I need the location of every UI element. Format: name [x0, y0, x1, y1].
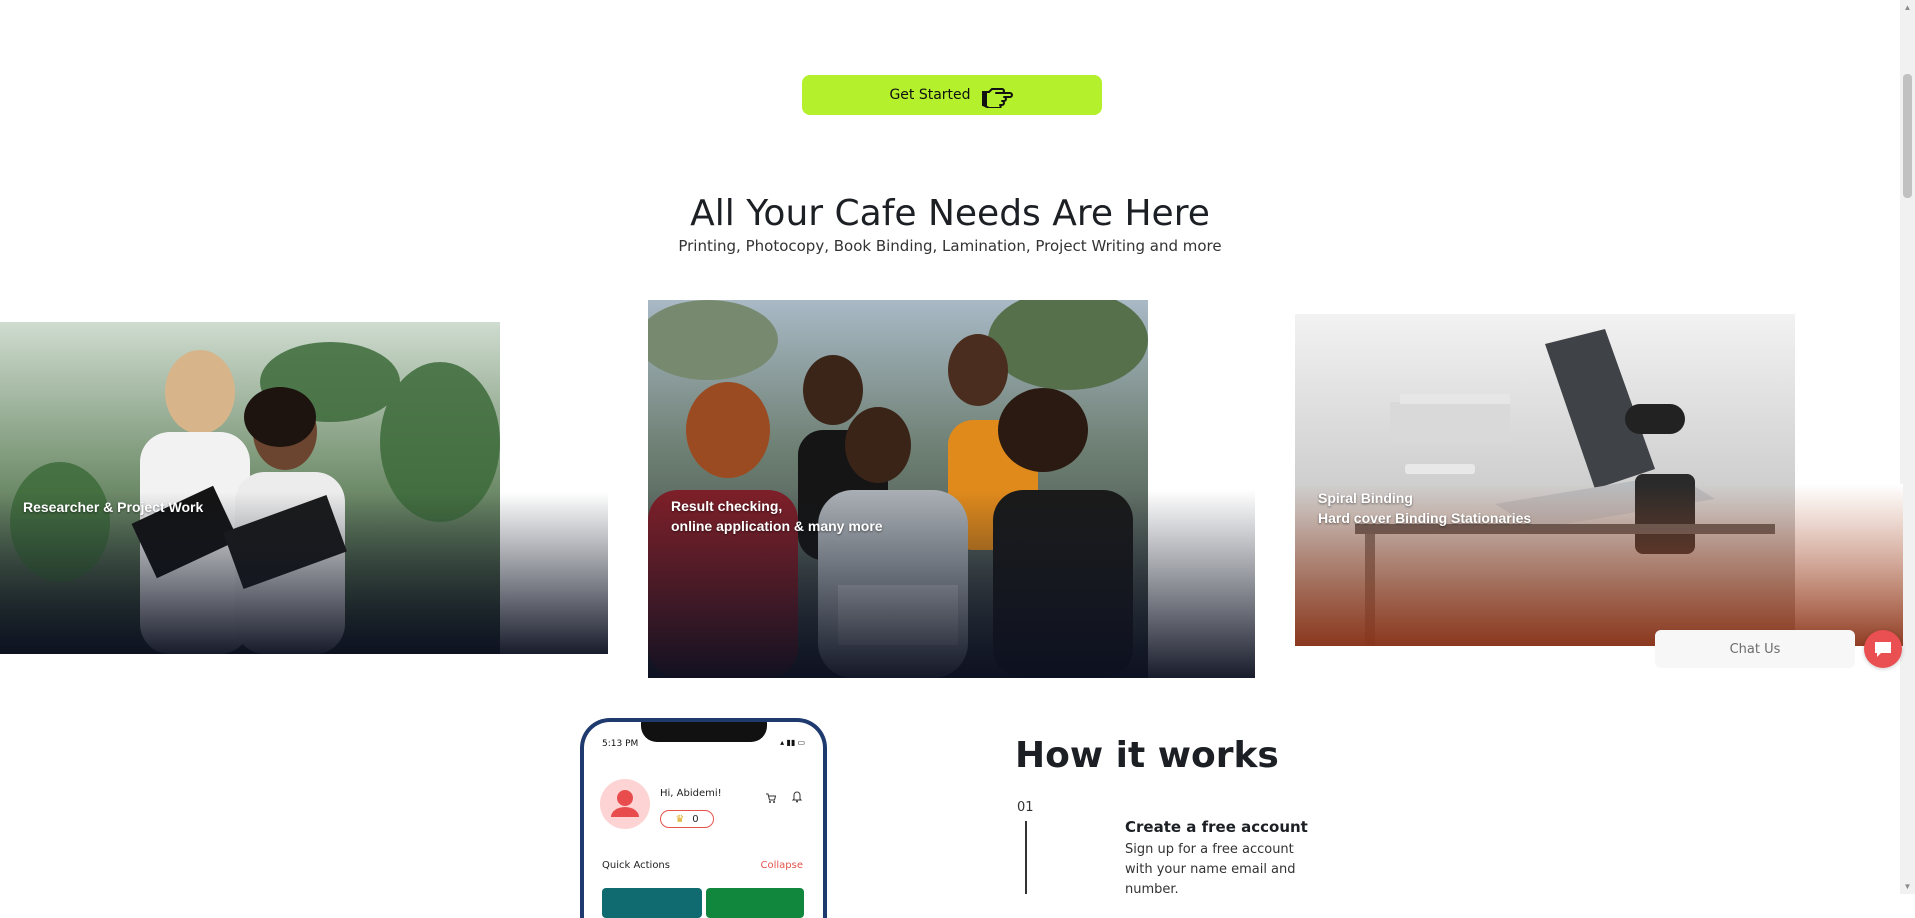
services-title: All Your Cafe Needs Are Here	[690, 193, 1210, 234]
get-started-button[interactable]: Get Started	[802, 75, 1102, 115]
avatar	[600, 779, 650, 829]
step-description: Sign up for a free account with your nam…	[1125, 842, 1296, 897]
step-number: 01	[1017, 800, 1034, 815]
bell-icon	[791, 790, 803, 808]
laptop-desk-photo	[1295, 314, 1903, 646]
coin-badge: ♛ 0	[660, 810, 714, 828]
card-caption: Researcher & Project Work	[23, 499, 204, 515]
service-card-results[interactable]: Result checking, online application & ma…	[648, 300, 1255, 678]
user-icon	[611, 790, 639, 817]
chat-button[interactable]	[1864, 630, 1902, 668]
cart-icon	[765, 791, 777, 809]
chat-bubble-icon	[1875, 642, 1891, 657]
chat-us-text: Chat Us	[1729, 641, 1781, 657]
phone-greeting: Hi, Abidemi!	[660, 788, 722, 799]
get-started-label: Get Started	[889, 87, 971, 103]
step-divider	[1025, 821, 1027, 894]
phone-notch	[641, 722, 767, 742]
service-card-research[interactable]: Researcher & Project Work	[0, 322, 608, 654]
phone-mockup: 5:13 PM ▴ ▮▮ ▭ Hi, Abidemi! ♛ 0 Quick Ac…	[580, 718, 827, 918]
quick-action-tile	[706, 888, 804, 918]
phone-time: 5:13 PM	[602, 739, 639, 749]
scroll-down-icon[interactable]: ▼	[1900, 879, 1915, 894]
collapse-link: Collapse	[760, 860, 804, 871]
service-card-binding[interactable]: Spiral Binding Hard cover Binding Statio…	[1295, 314, 1903, 646]
pointing-hand-icon	[981, 88, 1013, 108]
students-photo	[648, 300, 1255, 678]
quick-actions-label: Quick Actions	[602, 860, 670, 871]
signal-battery-icon: ▴ ▮▮ ▭	[780, 738, 805, 747]
coin-count: 0	[692, 813, 699, 825]
scrollbar-thumb[interactable]	[1903, 74, 1912, 198]
step-title: Create a free account	[1125, 818, 1308, 836]
scroll-up-icon[interactable]: ▲	[1900, 0, 1915, 15]
services-subtitle: Printing, Photocopy, Book Binding, Lamin…	[678, 237, 1222, 255]
crown-icon: ♛	[675, 813, 685, 825]
card-caption: Spiral Binding Hard cover Binding Statio…	[1318, 490, 1532, 526]
quick-action-tile	[602, 888, 702, 918]
chat-us-label[interactable]: Chat Us	[1655, 630, 1855, 668]
card-caption: Result checking, online application & ma…	[671, 498, 883, 534]
how-it-works-title: How it works	[1015, 735, 1279, 776]
researchers-photo	[0, 322, 608, 654]
